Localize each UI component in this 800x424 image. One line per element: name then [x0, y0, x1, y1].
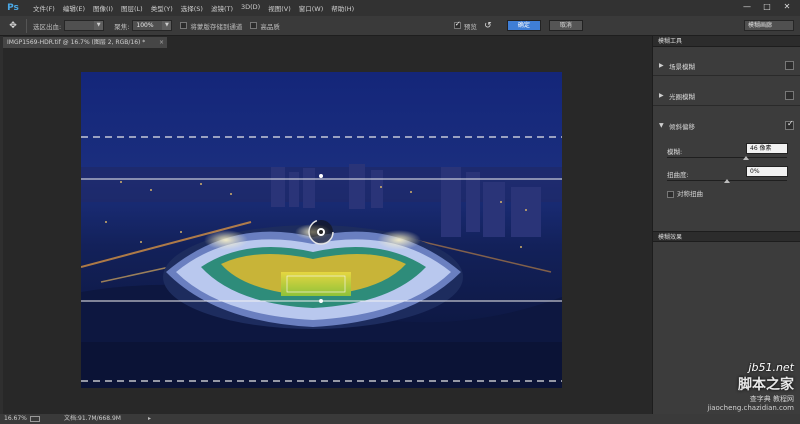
canvas-area[interactable]	[3, 48, 651, 414]
blur-tools-panel: 模糊工具 ▶ 场景模糊 ▶ 光圈模糊 ▼ 倾斜偏移 模糊: 46 像素 扭曲度:…	[652, 36, 800, 414]
cancel-button[interactable]: 取消	[548, 20, 583, 31]
document-tab[interactable]: IMGP1569-HDR.tif @ 16.7% (图层 2, RGB/16) …	[3, 37, 167, 48]
selection-bleed-field[interactable]: ▼	[64, 20, 105, 31]
menu-view[interactable]: 视图(V)	[264, 3, 295, 13]
minimize-button[interactable]: —	[738, 1, 756, 12]
save-mask-label: 将蒙版存储到通道	[190, 22, 243, 31]
menu-3d[interactable]: 3D(D)	[237, 3, 264, 13]
distortion-slider-thumb[interactable]	[724, 179, 730, 183]
field-blur-label: 场景模糊	[669, 63, 695, 71]
selection-bleed-label: 选区出血:	[33, 22, 62, 31]
status-menu-arrow[interactable]: ▸	[148, 414, 151, 424]
preview-icon	[30, 416, 40, 422]
blur-slider-thumb[interactable]	[743, 156, 750, 160]
close-button[interactable]: ✕	[778, 1, 796, 12]
chevron-down-icon: ▼	[94, 21, 104, 30]
close-icon[interactable]: ×	[159, 37, 164, 48]
distortion-label: 扭曲度:	[667, 171, 689, 179]
tilt-shift-checkbox[interactable]	[785, 119, 794, 130]
ok-button[interactable]: 确定	[506, 20, 541, 31]
blur-value-field[interactable]: 46 像素	[746, 143, 788, 154]
distortion-value-field[interactable]: 0%	[746, 166, 788, 177]
menu-filter[interactable]: 滤镜(T)	[207, 3, 237, 13]
watermark: jb51.net 脚本之家 查字典 教程网 jiaocheng.chazidia…	[707, 361, 794, 412]
blur-slider-track[interactable]	[667, 157, 787, 158]
preview-checkbox[interactable]	[453, 22, 461, 29]
maximize-button[interactable]: □	[758, 1, 776, 12]
focus-label: 聚焦:	[114, 22, 130, 31]
menu-window[interactable]: 窗口(W)	[295, 3, 328, 13]
field-blur-checkbox[interactable]	[785, 61, 794, 70]
focus-field[interactable]: 100% ▼	[132, 20, 173, 31]
pin-icon[interactable]: ✥	[6, 19, 20, 33]
tilt-shift-row[interactable]: ▼ 倾斜偏移	[653, 116, 800, 136]
menu-edit[interactable]: 编辑(E)	[59, 3, 89, 13]
zoom-level[interactable]: 16.67%	[4, 414, 27, 424]
iris-blur-label: 光圈模糊	[669, 93, 695, 101]
blur-label: 模糊:	[667, 148, 683, 156]
photoshop-window: Ps 文件(F) 编辑(E) 图像(I) 图层(L) 类型(Y) 选择(S) 滤…	[0, 0, 800, 424]
menu-select[interactable]: 选择(S)	[177, 3, 207, 13]
workspace-select[interactable]: 模糊画廊	[744, 20, 794, 31]
options-bar: ✥ 选区出血: ▼ 聚焦: 100% ▼ 将蒙版存储到通道 高品质 预览 ↺ 确…	[0, 16, 800, 36]
menu-image[interactable]: 图像(I)	[89, 3, 117, 13]
high-quality-label: 高品质	[260, 22, 280, 31]
menu-file[interactable]: 文件(F)	[29, 3, 59, 13]
reset-icon[interactable]: ↺	[481, 19, 495, 33]
options-divider	[26, 18, 27, 33]
iris-blur-row[interactable]: ▶ 光圈模糊	[653, 86, 800, 106]
watermark-url: jiaocheng.chazidian.com	[707, 404, 794, 412]
preview-label: 预览	[463, 22, 477, 31]
iris-blur-checkbox[interactable]	[785, 91, 794, 100]
symmetric-distortion-row[interactable]: 对称扭曲	[667, 188, 703, 198]
watermark-site: jb51.net	[748, 361, 794, 374]
menu-help[interactable]: 帮助(H)	[327, 3, 358, 13]
tilt-shift-label: 倾斜偏移	[669, 123, 695, 131]
stadium-night-image	[81, 72, 562, 388]
symmetric-distortion-checkbox[interactable]	[667, 190, 674, 198]
symmetric-distortion-label: 对称扭曲	[677, 190, 703, 198]
chevron-down-icon: ▼	[162, 21, 172, 30]
collapse-arrow-icon[interactable]: ▼	[659, 122, 664, 129]
expand-arrow-icon[interactable]: ▶	[659, 92, 664, 99]
menu-layer[interactable]: 图层(L)	[117, 3, 147, 13]
menu-bar: Ps 文件(F) 编辑(E) 图像(I) 图层(L) 类型(Y) 选择(S) 滤…	[0, 0, 800, 16]
high-quality-checkbox[interactable]	[250, 22, 258, 29]
menu-items: 文件(F) 编辑(E) 图像(I) 图层(L) 类型(Y) 选择(S) 滤镜(T…	[29, 3, 358, 13]
save-mask-checkbox[interactable]	[180, 22, 188, 29]
watermark-title: 脚本之家	[738, 377, 794, 393]
menu-type[interactable]: 类型(Y)	[147, 3, 177, 13]
window-controls: — □ ✕	[738, 1, 796, 12]
document-title: IMGP1569-HDR.tif @ 16.7% (图层 2, RGB/16) …	[7, 39, 146, 46]
ps-logo: Ps	[7, 3, 19, 13]
status-bar: 16.67% 文档:91.7M/668.9M ▸	[0, 414, 800, 424]
document-size: 文档:91.7M/668.9M	[64, 415, 121, 422]
watermark-subtitle: 查字典 教程网	[749, 395, 794, 403]
expand-arrow-icon[interactable]: ▶	[659, 62, 664, 69]
panel-title: 模糊工具	[653, 36, 800, 47]
stadium-photo[interactable]	[81, 72, 562, 388]
blur-effects-header: 模糊效果	[653, 231, 800, 242]
field-blur-row[interactable]: ▶ 场景模糊	[653, 56, 800, 76]
